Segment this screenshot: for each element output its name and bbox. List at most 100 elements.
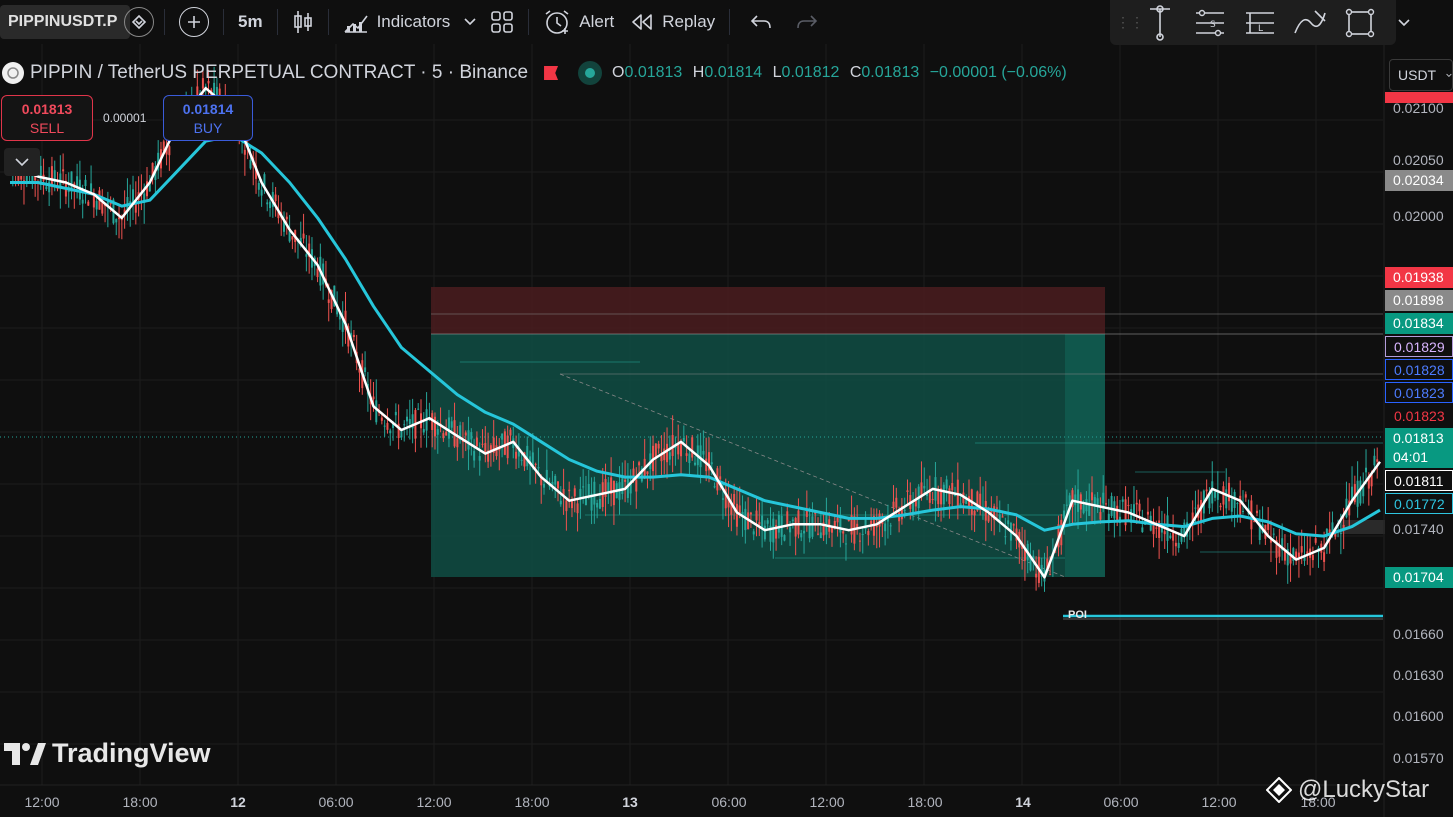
candle-body	[288, 231, 291, 242]
compare-symbol-button[interactable]	[171, 4, 217, 40]
symbol-tag-button[interactable]	[120, 4, 158, 40]
candle-body	[573, 488, 576, 497]
vertical-measure-tool[interactable]	[1140, 4, 1180, 41]
candle-body	[817, 533, 820, 535]
candle-body	[1219, 505, 1222, 508]
candle-body	[811, 516, 814, 537]
candle-body	[624, 479, 627, 482]
chevron-down-icon	[1446, 73, 1452, 77]
toolbar-divider	[327, 9, 329, 35]
indicators-button[interactable]: Indicators	[335, 4, 459, 40]
chevron-down-icon	[15, 157, 29, 166]
candle-body	[1272, 533, 1275, 535]
candle-body	[621, 478, 624, 494]
candle-body	[1225, 489, 1228, 509]
candle-body	[1102, 492, 1105, 504]
collapse-trade-button[interactable]	[4, 148, 40, 176]
candle-body	[875, 525, 878, 528]
indicators-dropdown[interactable]	[458, 4, 482, 40]
candle-body	[1242, 510, 1244, 512]
candle-body	[509, 429, 512, 436]
tradingview-logo-text: TradingView	[52, 738, 211, 768]
candle-body	[1172, 532, 1175, 541]
undo-button[interactable]	[736, 4, 786, 40]
candle-body	[450, 421, 453, 428]
close-label: C	[849, 64, 862, 81]
candle-body	[945, 479, 948, 489]
symbol-description[interactable]: PIPPIN / TetherUS PERPETUAL CONTRACT · 5…	[30, 62, 528, 84]
fib-levels-icon: S	[1196, 9, 1224, 36]
candle-body	[694, 462, 696, 465]
candle-body	[691, 437, 694, 458]
candle-body	[1082, 505, 1085, 513]
candle-body	[433, 416, 436, 437]
candle-body	[1194, 507, 1197, 509]
chart-type-button[interactable]	[284, 4, 322, 40]
market-status-icon[interactable]	[578, 61, 603, 85]
rewind-icon	[632, 14, 653, 30]
candle-body	[878, 513, 881, 527]
candle-body	[607, 482, 610, 492]
candle-body	[657, 443, 660, 449]
candle-body	[1110, 496, 1113, 516]
buy-button[interactable]: 0.01814 BUY	[163, 95, 253, 141]
symbol-search-button[interactable]: PIPPINUSDT.P	[0, 5, 130, 39]
alert-label: Alert	[579, 12, 615, 31]
plus-circle-icon	[179, 7, 209, 37]
watermark-text: @LuckyStar	[1298, 776, 1430, 803]
drawing-more-dropdown[interactable]	[1398, 14, 1410, 32]
candle-body	[408, 419, 411, 425]
candle-body	[389, 430, 392, 434]
rectangle-tool[interactable]	[1340, 5, 1380, 41]
sell-button[interactable]: 0.01813 SELL	[1, 95, 93, 141]
buy-label: BUY	[193, 120, 223, 136]
candle-body	[269, 201, 272, 209]
redo-icon	[797, 15, 818, 29]
chart-legend: PIPPIN / TetherUS PERPETUAL CONTRACT · 5…	[0, 58, 1067, 88]
interval-button[interactable]: 5m	[230, 4, 271, 40]
candle-body	[923, 485, 926, 489]
candle-body	[766, 520, 769, 524]
fib-retracement-tool[interactable]: S	[1190, 5, 1230, 41]
layout-button[interactable]	[482, 4, 522, 40]
time-tick: 12:00	[24, 794, 60, 810]
candle-body	[1065, 504, 1068, 506]
candle-body	[1141, 527, 1144, 532]
candle-body	[568, 489, 571, 492]
candle-body	[1236, 503, 1239, 505]
candle-body	[481, 443, 484, 445]
currency-selector[interactable]: USDT	[1389, 59, 1453, 91]
candle-body	[895, 497, 898, 508]
brush-tool[interactable]	[1290, 5, 1330, 41]
candle-body	[1244, 494, 1247, 498]
alert-button[interactable]: Alert	[535, 4, 622, 40]
candle-body	[889, 525, 892, 527]
candle-body	[942, 484, 945, 505]
redo-button[interactable]	[786, 4, 828, 40]
candle-body	[951, 482, 954, 491]
candle-body	[95, 200, 98, 210]
poi-label: POI	[1068, 609, 1087, 621]
rectangle-icon	[1345, 8, 1375, 37]
candle-body	[789, 527, 792, 533]
replay-button[interactable]: Replay	[622, 4, 723, 40]
candle-body	[1012, 524, 1015, 526]
long-position-tool[interactable]: L	[1240, 5, 1280, 41]
candle-body	[987, 515, 990, 522]
candle-body	[755, 510, 758, 521]
candle-body	[467, 430, 470, 450]
candle-body	[803, 530, 806, 534]
candle-body	[503, 431, 506, 455]
drag-handle-icon[interactable]: ⋮⋮	[1116, 14, 1144, 31]
candle-body	[534, 463, 537, 465]
flag-icon[interactable]	[544, 66, 559, 80]
candle-body	[1169, 535, 1172, 539]
candle-body	[501, 433, 504, 440]
tradingview-logo[interactable]: TradingView	[4, 738, 211, 769]
candle-body	[1163, 531, 1166, 535]
indicators-icon	[344, 15, 368, 33]
candle-body	[442, 433, 445, 439]
candle-body	[576, 503, 579, 514]
candle-body	[612, 480, 615, 506]
time-tick: 18:00	[907, 794, 943, 810]
